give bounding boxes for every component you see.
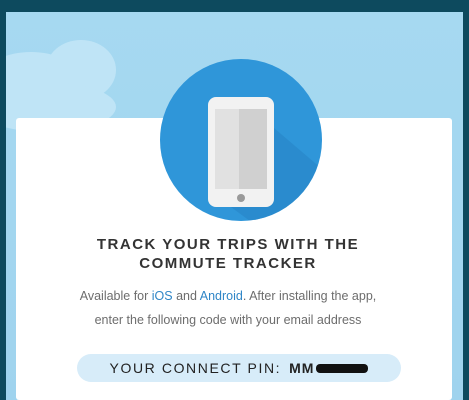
desc-and-text: and bbox=[172, 289, 200, 303]
pin-redaction-mark bbox=[316, 363, 369, 373]
connect-pin-pill: YOUR CONNECT PIN: MM bbox=[77, 354, 401, 382]
ios-link[interactable]: iOS bbox=[152, 289, 173, 303]
card-title-line1: TRACK YOUR TRIPS WITH THE bbox=[96, 236, 360, 253]
hero-frame bbox=[6, 12, 463, 400]
desc-after-text: . After installing the app, bbox=[242, 289, 377, 303]
card-description: Available for iOS and Android. After ins… bbox=[10, 284, 446, 332]
pin-label: YOUR CONNECT PIN: bbox=[109, 360, 282, 376]
smartphone-icon bbox=[208, 97, 322, 221]
card-title: TRACK YOUR TRIPS WITH THE COMMUTE TRACKE… bbox=[10, 235, 446, 273]
description-line2: enter the following code with your email… bbox=[94, 313, 362, 327]
pin-value: MM bbox=[289, 360, 369, 376]
pin-value-text: MM bbox=[289, 360, 315, 376]
android-link[interactable]: Android bbox=[200, 289, 243, 303]
card-title-line2: COMMUTE TRACKER bbox=[139, 255, 317, 272]
description-line1: Available for iOS and Android. After ins… bbox=[10, 284, 446, 308]
phone-badge bbox=[160, 59, 322, 221]
desc-available-text: Available for bbox=[79, 289, 152, 303]
